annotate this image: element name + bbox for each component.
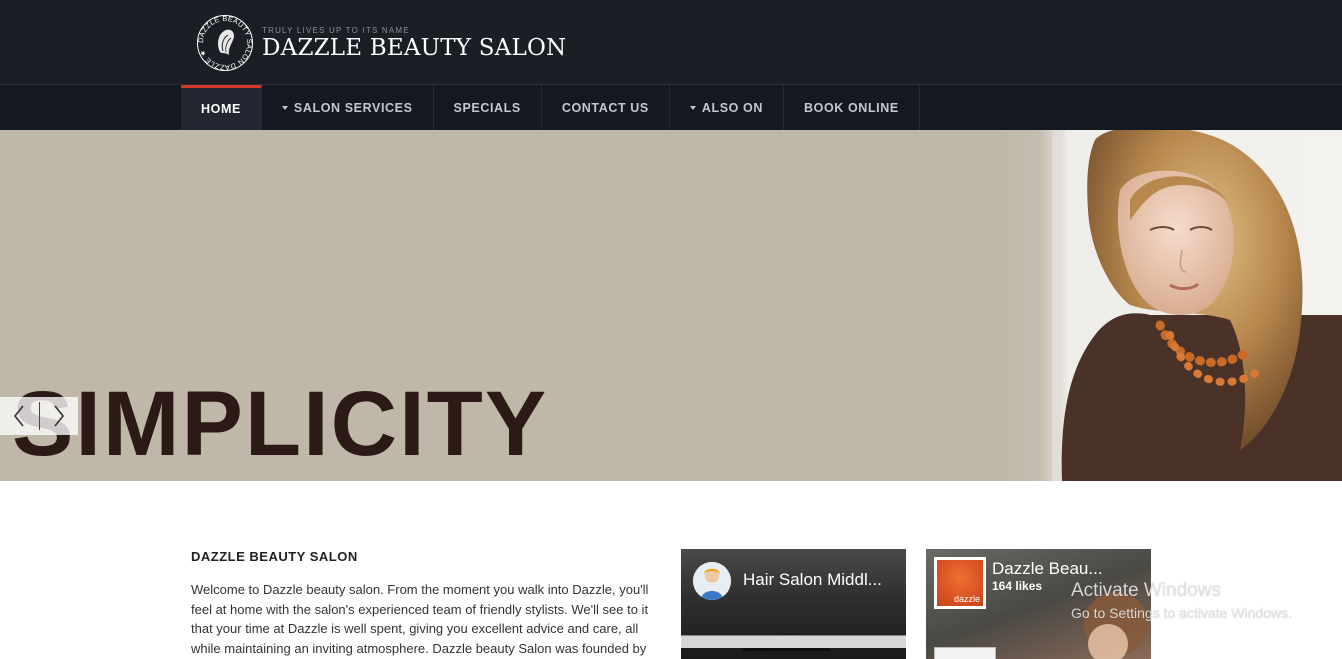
facebook-page-widget-hair-salon[interactable]: Hair Salon Middl... bbox=[681, 549, 906, 659]
slider-controls bbox=[0, 397, 78, 435]
chevron-left-icon bbox=[14, 405, 24, 427]
avatar-brand-text: dazzle bbox=[953, 594, 980, 604]
stylist-avatar-icon bbox=[693, 562, 731, 600]
salon-logo-emblem[interactable]: DAZZLE BEAUTY SALON DAZZLE ★ bbox=[196, 14, 254, 72]
nav-item-book-online[interactable]: BOOK ONLINE bbox=[784, 85, 920, 130]
caret-down-icon bbox=[689, 105, 696, 110]
like-page-button[interactable] bbox=[934, 647, 996, 659]
slider-next-button[interactable] bbox=[40, 397, 79, 435]
site-tagline: TRULY LIVES UP TO ITS NAME bbox=[262, 26, 410, 35]
widget-page-title[interactable]: Hair Salon Middl... bbox=[743, 570, 882, 590]
nav-item-label: SPECIALS bbox=[453, 100, 521, 115]
slider-prev-button[interactable] bbox=[0, 397, 39, 435]
caret-down-icon bbox=[281, 105, 288, 110]
nav-item-label: CONTACT US bbox=[561, 100, 649, 115]
watermark-subtitle: Go to Settings to activate Windows. bbox=[1071, 605, 1292, 621]
nav-item-label: ALSO ON bbox=[701, 100, 764, 115]
chevron-right-icon bbox=[54, 405, 64, 427]
main-nav: HOME SALON SERVICES SPECIALS CONTACT US … bbox=[0, 85, 1342, 130]
nav-item-label: BOOK ONLINE bbox=[804, 100, 899, 115]
dazzle-logo-icon: dazzle bbox=[937, 560, 983, 606]
nav-item-label: SALON SERVICES bbox=[293, 100, 413, 115]
page-avatar[interactable] bbox=[693, 562, 731, 600]
widget-bottom-strip bbox=[681, 635, 906, 648]
site-title[interactable]: DAZZLE BEAUTY SALON bbox=[262, 35, 566, 61]
nav-item-also-on[interactable]: ALSO ON bbox=[670, 85, 785, 130]
hero-headline: SIMPLICITY bbox=[12, 373, 549, 475]
content-title: DAZZLE BEAUTY SALON bbox=[191, 549, 358, 564]
hero-slider: SIMPLICITY bbox=[0, 130, 1342, 481]
hero-portrait-image bbox=[1000, 130, 1342, 481]
nav-item-salon-services[interactable]: SALON SERVICES bbox=[262, 85, 434, 130]
nav-menu: HOME SALON SERVICES SPECIALS CONTACT US … bbox=[181, 85, 920, 130]
watermark-title: Activate Windows bbox=[1071, 580, 1221, 601]
nav-item-label: HOME bbox=[201, 102, 241, 116]
widget-like-count: 164 likes bbox=[992, 579, 1043, 593]
nav-item-home[interactable]: HOME bbox=[181, 85, 262, 130]
intro-paragraph: Welcome to Dazzle beauty salon. From the… bbox=[191, 582, 649, 656]
nav-item-specials[interactable]: SPECIALS bbox=[434, 85, 542, 130]
widget-page-title[interactable]: Dazzle Beau... bbox=[992, 559, 1103, 579]
nav-item-contact-us[interactable]: CONTACT US bbox=[542, 85, 670, 130]
site-header: DAZZLE BEAUTY SALON DAZZLE ★ TRULY LIVES… bbox=[0, 0, 1342, 85]
activate-windows-watermark: Activate Windows Go to Settings to activ… bbox=[1071, 580, 1292, 621]
page-avatar[interactable]: dazzle bbox=[934, 557, 986, 609]
